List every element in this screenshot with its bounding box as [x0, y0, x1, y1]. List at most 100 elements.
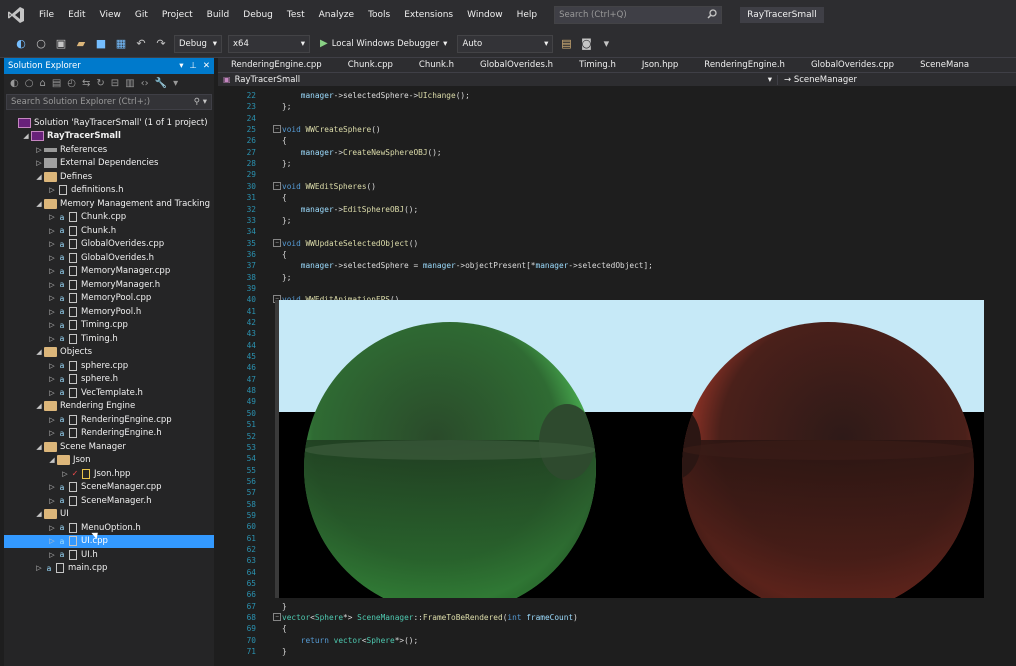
tree-item[interactable]: ▷ a GlobalOverides.cpp [4, 238, 214, 252]
tree-item[interactable]: ▷ a MemoryManager.cpp [4, 265, 214, 279]
tree-item[interactable]: ▷ a Chunk.h [4, 224, 214, 238]
tree-item[interactable]: ▷ a SceneManager.h [4, 494, 214, 508]
sync-icon[interactable]: ⇆ [82, 78, 90, 89]
tree-item[interactable]: ▷ a MemoryPool.cpp [4, 292, 214, 306]
home-icon[interactable]: ⌂ [39, 78, 45, 89]
start-debugging-button[interactable]: ▶ Local Windows Debugger ▾ [316, 38, 451, 49]
tree-item[interactable]: ▷ a UI.cpp [4, 534, 214, 548]
tree-item[interactable]: ▷ a Timing.h [4, 332, 214, 346]
collapse-icon[interactable]: − [273, 238, 281, 247]
forward-icon[interactable]: ○ [34, 37, 48, 51]
menu-item-window[interactable]: Window [460, 0, 510, 30]
collapse-all-icon[interactable]: ⊟ [111, 78, 119, 89]
menu-item-extensions[interactable]: Extensions [397, 0, 460, 30]
screenshot-icon[interactable]: ◙ [579, 37, 593, 51]
menu-item-edit[interactable]: Edit [61, 0, 92, 30]
document-tab[interactable]: GlobalOverides.cpp [798, 60, 907, 70]
dropdown-icon[interactable]: ▾ [179, 61, 183, 71]
menu-item-help[interactable]: Help [510, 0, 545, 30]
tree-item[interactable]: ▷ a VecTemplate.h [4, 386, 214, 400]
bookmark-icon[interactable]: ▤ [559, 37, 573, 51]
expanded-arrow-icon[interactable]: ◢ [21, 132, 31, 140]
menu-item-debug[interactable]: Debug [236, 0, 280, 30]
expanded-arrow-icon[interactable]: ◢ [34, 443, 44, 451]
tree-item[interactable]: ▷ a MenuOption.h [4, 521, 214, 535]
debug-mode-dropdown[interactable]: Auto ▾ [457, 34, 554, 53]
document-tab[interactable]: SceneMana [907, 60, 982, 70]
expanded-arrow-icon[interactable]: ◢ [34, 348, 44, 356]
tree-item[interactable]: ▷ a sphere.h [4, 373, 214, 387]
forward-icon[interactable]: ○ [25, 78, 34, 89]
expanded-arrow-icon[interactable]: ◢ [34, 173, 44, 181]
tree-item[interactable]: ◢ Rendering Engine [4, 400, 214, 414]
overflow-icon[interactable]: ▾ [599, 37, 613, 51]
open-file-icon[interactable]: ▰ [74, 37, 88, 51]
tree-item[interactable]: ▷ a RenderingEngine.h [4, 427, 214, 441]
new-project-icon[interactable]: ▣ [54, 37, 68, 51]
undo-icon[interactable]: ↶ [134, 37, 148, 51]
expanded-arrow-icon[interactable]: ◢ [34, 402, 44, 410]
tree-item[interactable]: ◢ Defines [4, 170, 214, 184]
tree-item[interactable]: Solution 'RayTracerSmall' (1 of 1 projec… [4, 116, 214, 130]
search-input[interactable]: Search (Ctrl+Q) [554, 6, 723, 24]
collapse-icon[interactable]: − [273, 181, 281, 190]
menu-item-tools[interactable]: Tools [361, 0, 397, 30]
document-tab[interactable]: GlobalOverides.h [467, 60, 566, 70]
tree-item[interactable]: ◢ UI [4, 508, 214, 522]
tree-item[interactable]: ▷ a main.cpp [4, 562, 214, 576]
tree-item[interactable]: ▷ a Timing.cpp [4, 319, 214, 333]
tree-item[interactable]: ◢ Memory Management and Tracking [4, 197, 214, 211]
close-icon[interactable]: ✕ [203, 61, 210, 71]
raytracer-render-window[interactable] [275, 300, 984, 598]
code-view-icon[interactable]: ‹› [141, 78, 149, 89]
pending-changes-icon[interactable]: ◴ [67, 78, 76, 89]
expanded-arrow-icon[interactable]: ◢ [34, 200, 44, 208]
back-icon[interactable]: ◐ [14, 37, 28, 51]
collapsed-arrow-icon[interactable]: ▷ [34, 159, 44, 167]
tree-item[interactable]: ▷ ✓ Json.hpp [4, 467, 214, 481]
expanded-arrow-icon[interactable]: ◢ [34, 510, 44, 518]
collapsed-arrow-icon[interactable]: ▷ [34, 146, 44, 154]
tree-item[interactable]: ◢ RayTracerSmall [4, 130, 214, 144]
visual-studio-logo-icon[interactable] [0, 0, 32, 30]
collapse-icon[interactable]: − [273, 125, 281, 134]
save-all-icon[interactable]: ▦ [114, 37, 128, 51]
expanded-arrow-icon[interactable]: ◢ [47, 456, 57, 464]
chevron-down-icon[interactable]: ▾ [173, 78, 178, 89]
tree-item[interactable]: ◢ Scene Manager [4, 440, 214, 454]
properties-icon[interactable]: 🔧 [155, 78, 167, 89]
menu-item-project[interactable]: Project [155, 0, 200, 30]
menu-item-git[interactable]: Git [128, 0, 155, 30]
platform-dropdown[interactable]: x64 ▾ [228, 34, 310, 53]
menu-item-file[interactable]: File [32, 0, 61, 30]
tree-item[interactable]: ▷ References [4, 143, 214, 157]
document-tab[interactable]: RenderingEngine.cpp [218, 60, 335, 70]
document-tab[interactable]: Chunk.h [406, 60, 467, 70]
menu-item-build[interactable]: Build [200, 0, 237, 30]
collapse-icon[interactable]: − [273, 613, 281, 622]
back-icon[interactable]: ◐ [10, 78, 19, 89]
tree-item[interactable]: ▷ a sphere.cpp [4, 359, 214, 373]
tree-item[interactable]: ◢ Objects [4, 346, 214, 360]
tree-item[interactable]: ▷ a UI.h [4, 548, 214, 562]
menu-item-test[interactable]: Test [280, 0, 312, 30]
solution-search-input[interactable]: Search Solution Explorer (Ctrl+;) ⚲ ▾ [6, 94, 212, 110]
tree-item[interactable]: ▷ a MemoryPool.h [4, 305, 214, 319]
tree-item[interactable]: ◢ Json [4, 454, 214, 468]
tree-item[interactable]: ▷ a MemoryManager.h [4, 278, 214, 292]
refresh-icon[interactable]: ↻ [96, 78, 104, 89]
document-tab[interactable]: Chunk.cpp [335, 60, 406, 70]
tree-item[interactable]: ▷ a RenderingEngine.cpp [4, 413, 214, 427]
tree-item[interactable]: ▷ External Dependencies [4, 157, 214, 171]
tree-item[interactable]: ▷ a GlobalOverides.h [4, 251, 214, 265]
show-all-files-icon[interactable]: ▥ [125, 78, 134, 89]
configuration-dropdown[interactable]: Debug ▾ [174, 34, 222, 53]
menu-item-analyze[interactable]: Analyze [312, 0, 361, 30]
tree-item[interactable]: ▷ a Chunk.cpp [4, 211, 214, 225]
project-dropdown[interactable]: ▣ RayTracerSmall ▾ [218, 74, 778, 85]
redo-icon[interactable]: ↷ [154, 37, 168, 51]
scope-dropdown[interactable]: → SceneManager [778, 75, 857, 85]
tree-item[interactable]: ▷ definitions.h [4, 184, 214, 198]
menu-item-view[interactable]: View [93, 0, 128, 30]
document-tab[interactable]: Timing.h [566, 60, 629, 70]
